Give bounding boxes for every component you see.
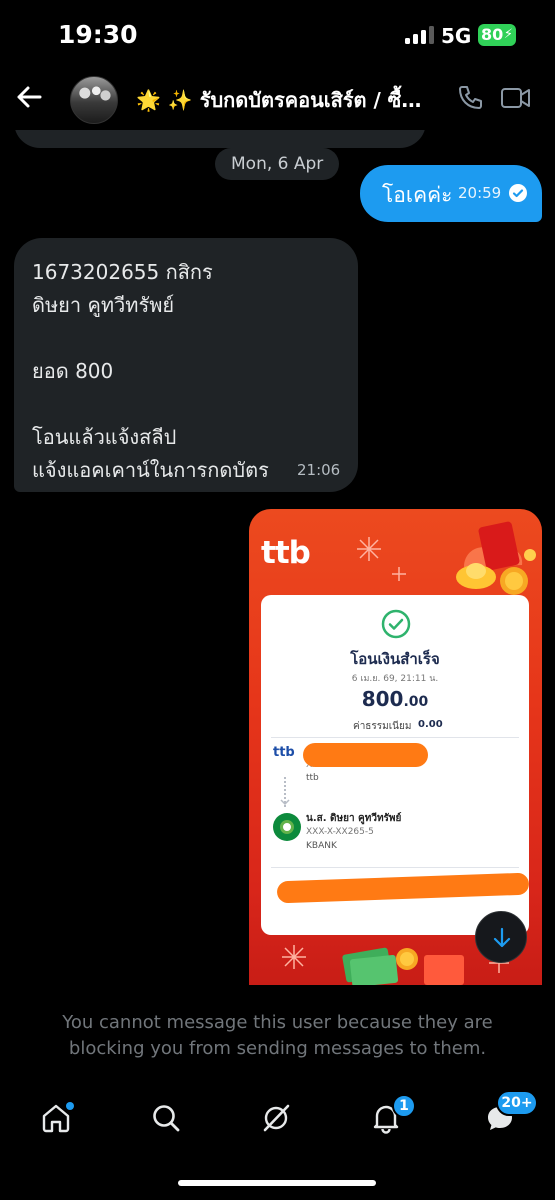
nav-grok[interactable]: [256, 1098, 296, 1138]
message-line: ยอด 800: [32, 359, 114, 383]
redaction-mark: [276, 872, 530, 904]
message-line: 1673202655 กสิกร: [32, 260, 213, 284]
amount-value: 800: [361, 687, 404, 711]
message-time: 21:06: [297, 461, 341, 479]
chat-title[interactable]: 🌟 ✨ รับกดบัตรคอนเสิร์ต / ซื้อบัตร: [136, 84, 428, 116]
transfer-receipt-card: โอนเงินสำเร็จ 6 เม.ย. 69, 21:11 น. 800.0…: [261, 595, 530, 935]
status-time: 19:30: [58, 20, 138, 49]
message-line: แจ้งแอคเคาน์ในการกดบัตร: [32, 458, 269, 482]
home-indicator: [178, 1180, 376, 1186]
grok-icon: [263, 1104, 290, 1132]
home-notification-dot: [66, 1102, 74, 1110]
message-line: โอนแล้วแจ้งสลีป: [32, 425, 177, 449]
sender-bank: ttb: [306, 773, 319, 783]
ttb-logo: ttb: [261, 535, 311, 571]
fee-label: ค่าธรรมเนียม: [353, 721, 412, 732]
search-icon: [153, 1105, 180, 1132]
receipt-title: โอนเงินสำเร็จ: [350, 650, 440, 668]
read-check-icon: [509, 184, 527, 202]
scroll-down-button[interactable]: [475, 911, 527, 963]
recipient-bank: KBANK: [306, 841, 337, 851]
signal-icon: [405, 26, 435, 44]
nav-search[interactable]: [146, 1098, 186, 1138]
avatar[interactable]: [70, 76, 118, 124]
kbank-logo: [273, 813, 301, 841]
network-type: 5G: [441, 24, 472, 48]
date-separator: Mon, 6 Apr: [215, 148, 340, 180]
charging-icon: ⚡: [503, 27, 513, 42]
video-icon: [501, 88, 530, 108]
sender-bank-logo: ttb: [273, 745, 295, 760]
message-time: 20:59: [458, 184, 502, 202]
phone-icon: [459, 86, 482, 109]
chat-header: 🌟 ✨ รับกดบัตรคอนเสิร์ต / ซื้อบัตร: [0, 70, 555, 130]
messages-badge: 20+: [496, 1090, 538, 1116]
nav-home[interactable]: [36, 1098, 76, 1138]
nav-notifications[interactable]: 1: [366, 1094, 416, 1138]
divider: [271, 867, 519, 868]
receipt-datetime: 6 เม.ย. 69, 21:11 น.: [351, 674, 439, 684]
video-call-button[interactable]: [500, 84, 532, 112]
status-bar: 19:30 5G 80 ⚡: [0, 0, 555, 70]
arrow-down-icon: [493, 927, 511, 948]
success-check-icon: [381, 609, 411, 639]
battery-icon: 80 ⚡: [478, 24, 516, 46]
chevron-down-icon: [280, 799, 290, 806]
message-text: โอเคค่ะ: [382, 183, 453, 207]
notifications-badge: 1: [392, 1094, 416, 1118]
message-line: ดิษยา คูทวีทรัพย์: [32, 293, 175, 317]
redaction-mark: [303, 743, 428, 767]
divider: [271, 737, 519, 738]
back-button[interactable]: [12, 80, 46, 114]
blocked-notice: You cannot message this user because the…: [62, 1012, 493, 1059]
outgoing-message-bubble[interactable]: โอเคค่ะ 20:59: [360, 165, 542, 222]
incoming-message-bubble[interactable]: 1673202655 กสิกร ดิษยา คูทวีทรัพย์ ยอด 8…: [14, 238, 358, 492]
fee-value: 0.00: [418, 719, 443, 730]
nav-messages[interactable]: 20+: [480, 1090, 538, 1138]
battery-level: 80: [481, 25, 504, 44]
amount-decimals: .00: [403, 694, 429, 710]
call-button[interactable]: [456, 84, 484, 112]
recipient-name: น.ส. ดิษยา คูทวีทรัพย์: [306, 813, 402, 824]
transfer-slip-image[interactable]: ttb โอนเงินสำเร็จ 6 เม.ย. 69, 21:11 น. 8…: [249, 509, 542, 985]
recipient-account: XXX-X-XX265-5: [306, 827, 374, 837]
receipt-amount: 800.00: [261, 687, 529, 711]
festive-decoration: [357, 521, 536, 595]
arrow-left-icon: [17, 86, 42, 108]
